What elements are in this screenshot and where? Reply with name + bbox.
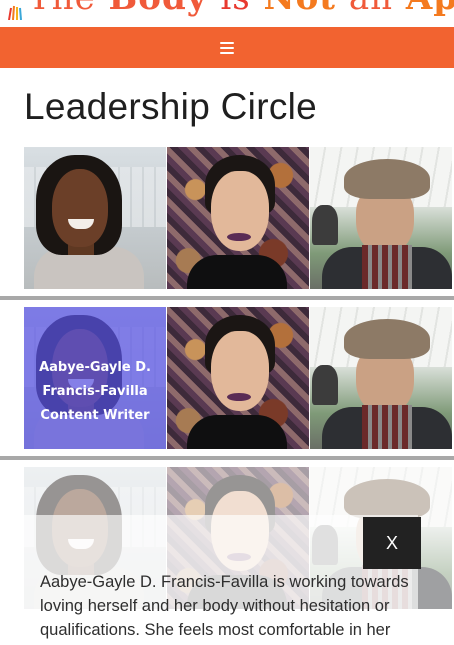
logo-word: The <box>28 0 96 18</box>
member-portrait-aabye[interactable]: Aabye-Gayle D. Francis-Favilla Content W… <box>24 307 166 449</box>
site-logo[interactable]: The Body is Not an Apology <box>0 0 454 27</box>
member-caption: Aabye-Gayle D. Francis-Favilla Content W… <box>39 356 151 428</box>
member-role: Content Writer <box>40 408 150 423</box>
logo-word: Apology <box>406 0 454 18</box>
member-portrait[interactable] <box>310 147 452 289</box>
member-hover-overlay[interactable]: Aabye-Gayle D. Francis-Favilla Content W… <box>24 307 166 449</box>
logo-text: The Body is Not an Apology <box>28 0 454 18</box>
leadership-grid-row <box>24 147 454 289</box>
row-divider <box>0 296 454 300</box>
member-portrait[interactable] <box>310 307 452 449</box>
logo-word: Body <box>109 0 208 18</box>
logo-word: Not <box>264 0 336 18</box>
leadership-grid-row: Aabye-Gayle D. Francis-Favilla Content W… <box>24 307 454 449</box>
close-button[interactable]: X <box>363 517 421 569</box>
main-navbar <box>0 27 454 68</box>
member-portrait[interactable] <box>167 147 309 289</box>
member-name-line: Aabye-Gayle D. <box>39 360 151 375</box>
member-portrait[interactable] <box>167 307 309 449</box>
page-title: Leadership Circle <box>24 86 318 127</box>
logo-word: is <box>220 0 250 18</box>
member-bio-text: Aabye-Gayle D. Francis-Favilla is workin… <box>40 573 409 639</box>
logo-word: an <box>349 0 393 18</box>
logo-mark-icon <box>8 5 22 20</box>
hamburger-menu-icon[interactable] <box>220 41 234 54</box>
member-portrait-aabye[interactable] <box>24 147 166 289</box>
row-divider <box>0 456 454 460</box>
member-name-line: Francis-Favilla <box>42 384 148 399</box>
